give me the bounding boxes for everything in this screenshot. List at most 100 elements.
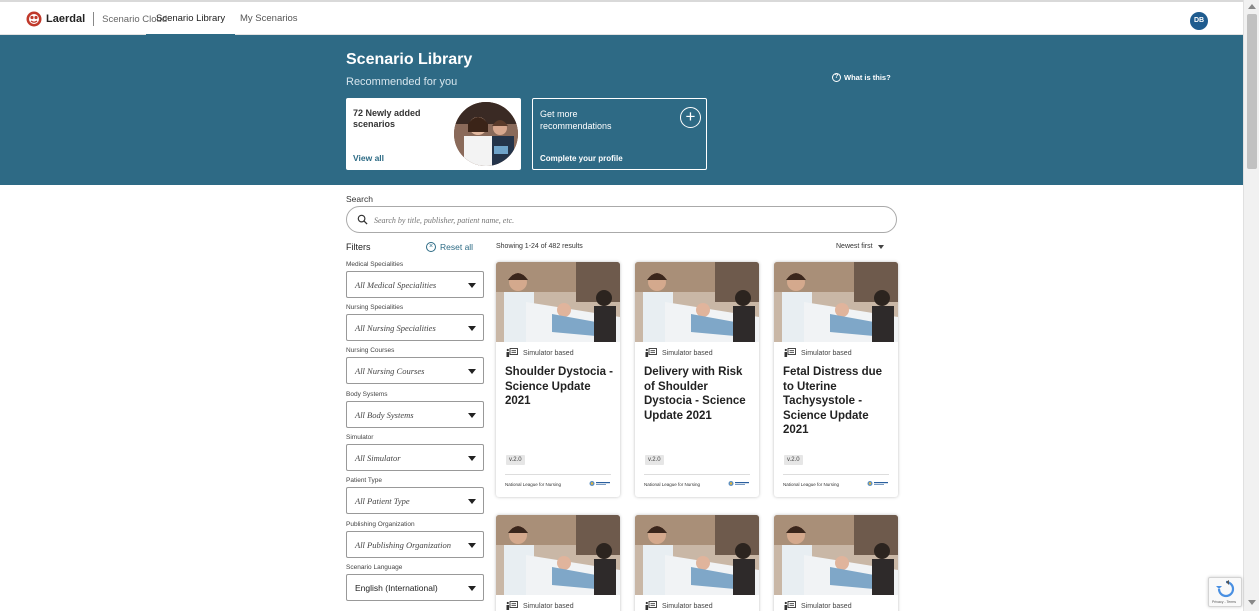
filter-label-simulator: Simulator xyxy=(346,434,374,441)
plus-circle-icon[interactable]: + xyxy=(680,107,701,128)
search-bar[interactable] xyxy=(346,206,897,233)
filter-label-body-systems: Body Systems xyxy=(346,391,388,398)
filter-label-medical-specialities: Medical Specialities xyxy=(346,261,404,268)
filter-value: All Medical Specialities xyxy=(355,280,437,290)
newly-added-title: 72 Newly added scenarios xyxy=(353,108,421,129)
newly-added-photo xyxy=(454,102,518,166)
close-circle-icon: × xyxy=(426,242,436,252)
publisher-logo xyxy=(728,481,749,486)
filter-select-scenario-language[interactable]: English (International) xyxy=(346,574,484,601)
top-navigation-bar: Laerdal Scenario Cloud Scenario Library … xyxy=(0,0,1243,36)
filter-value: All Nursing Specialities xyxy=(355,323,436,333)
caret-down-icon xyxy=(468,499,476,504)
scenario-type-label: Simulator based xyxy=(662,349,713,357)
simulator-icon xyxy=(506,348,518,357)
scenario-type: Simulator based xyxy=(506,601,574,611)
scenario-card[interactable]: Simulator based xyxy=(496,515,620,611)
scenario-card[interactable]: Simulator based Delivery with Risk of Sh… xyxy=(635,262,759,497)
filter-select-body-systems[interactable]: All Body Systems xyxy=(346,401,484,428)
user-avatar[interactable]: DB xyxy=(1190,12,1208,30)
filter-value: All Body Systems xyxy=(355,410,414,420)
scenario-type-label: Simulator based xyxy=(662,602,713,610)
scenario-thumbnail xyxy=(496,515,620,595)
filter-label-patient-type: Patient Type xyxy=(346,477,383,484)
filter-label-publishing-organization: Publishing Organization xyxy=(346,521,415,528)
publisher-logo xyxy=(589,481,610,486)
filter-select-simulator[interactable]: All Simulator xyxy=(346,444,484,471)
scenario-type-label: Simulator based xyxy=(523,349,574,357)
filter-label-nursing-courses: Nursing Courses xyxy=(346,347,395,354)
filter-value: All Nursing Courses xyxy=(355,366,425,376)
brand-name: Laerdal xyxy=(46,13,86,25)
question-circle-icon: ? xyxy=(832,73,841,82)
complete-profile-link[interactable]: Complete your profile xyxy=(540,154,623,163)
card-divider xyxy=(505,474,611,475)
caret-down-icon xyxy=(468,413,476,418)
caret-down-icon xyxy=(468,586,476,591)
scenario-type-label: Simulator based xyxy=(801,349,852,357)
filters-heading: Filters xyxy=(346,242,371,252)
card-divider xyxy=(783,474,889,475)
filter-value: All Simulator xyxy=(355,453,401,463)
caret-down-icon xyxy=(468,326,476,331)
publisher-logo xyxy=(867,481,888,486)
newly-added-card[interactable]: 72 Newly added scenarios View all xyxy=(346,98,521,170)
scenario-thumbnail xyxy=(774,515,898,595)
publisher-name: National League for Nursing xyxy=(505,482,562,487)
search-input[interactable] xyxy=(374,211,874,229)
scenario-card[interactable]: Simulator based xyxy=(774,515,898,611)
page-scrollbar[interactable] xyxy=(1243,0,1259,611)
simulator-icon xyxy=(645,348,657,357)
scenario-type: Simulator based xyxy=(506,348,574,358)
reset-all-button[interactable]: × Reset all xyxy=(426,242,473,252)
scenario-type: Simulator based xyxy=(645,348,713,358)
scenario-title[interactable]: Shoulder Dystocia - Science Update 2021 xyxy=(505,365,615,409)
filter-select-medical-specialities[interactable]: All Medical Specialities xyxy=(346,271,484,298)
caret-down-icon xyxy=(468,543,476,548)
app-root: Laerdal Scenario Cloud Scenario Library … xyxy=(0,0,1259,611)
publisher-name: National League for Nursing xyxy=(644,482,701,487)
caret-down-icon xyxy=(468,369,476,374)
page-title: Scenario Library xyxy=(346,51,473,68)
recommendations-banner: Scenario Library Recommended for you ? W… xyxy=(0,35,1243,185)
filter-select-publishing-organization[interactable]: All Publishing Organization xyxy=(346,531,484,558)
caret-down-icon xyxy=(468,283,476,288)
results-count: Showing 1-24 of 482 results xyxy=(496,243,583,250)
recaptcha-links[interactable]: Privacy - Terms xyxy=(1212,600,1236,604)
scenario-thumbnail xyxy=(635,262,759,342)
get-recommendations-card[interactable]: Get more recommendations + Complete your… xyxy=(532,98,707,170)
simulator-icon xyxy=(506,601,518,610)
filter-value: English (International) xyxy=(355,583,438,593)
scenario-thumbnail xyxy=(635,515,759,595)
reset-all-label: Reset all xyxy=(440,242,474,252)
view-all-link[interactable]: View all xyxy=(353,153,384,163)
scrollbar-thumb[interactable] xyxy=(1247,14,1257,169)
scenario-type-label: Simulator based xyxy=(801,602,852,610)
scenario-card[interactable]: Simulator based Shoulder Dystocia - Scie… xyxy=(496,262,620,497)
scenario-card[interactable]: Simulator based Fetal Distress due to Ut… xyxy=(774,262,898,497)
tab-scenario-library[interactable]: Scenario Library xyxy=(146,2,236,36)
laerdal-logo-icon xyxy=(26,11,42,27)
scenario-card[interactable]: Simulator based xyxy=(635,515,759,611)
what-is-this-link[interactable]: ? What is this? xyxy=(832,73,891,82)
scenario-title[interactable]: Fetal Distress due to Uterine Tachysysto… xyxy=(783,365,893,438)
recaptcha-badge[interactable]: Privacy - Terms xyxy=(1208,577,1242,607)
filter-value: All Publishing Organization xyxy=(355,540,452,550)
scenario-thumbnail xyxy=(774,262,898,342)
scenario-title[interactable]: Delivery with Risk of Shoulder Dystocia … xyxy=(644,365,754,423)
filter-label-scenario-language: Scenario Language xyxy=(346,564,403,571)
caret-down-icon xyxy=(877,244,884,249)
simulator-icon xyxy=(784,601,796,610)
scenario-type: Simulator based xyxy=(784,348,852,358)
what-is-this-label: What is this? xyxy=(844,73,891,82)
scroll-up-icon[interactable] xyxy=(1248,4,1256,9)
sort-dropdown[interactable]: Newest first xyxy=(836,243,884,250)
filter-select-nursing-specialities[interactable]: All Nursing Specialities xyxy=(346,314,484,341)
publisher-name: National League for Nursing xyxy=(783,482,840,487)
scenario-type: Simulator based xyxy=(645,601,713,611)
scroll-down-icon[interactable] xyxy=(1248,600,1256,605)
get-recommendations-title: Get more recommendations xyxy=(540,109,612,131)
tab-my-scenarios[interactable]: My Scenarios xyxy=(240,2,298,36)
filter-select-patient-type[interactable]: All Patient Type xyxy=(346,487,484,514)
filter-select-nursing-courses[interactable]: All Nursing Courses xyxy=(346,357,484,384)
